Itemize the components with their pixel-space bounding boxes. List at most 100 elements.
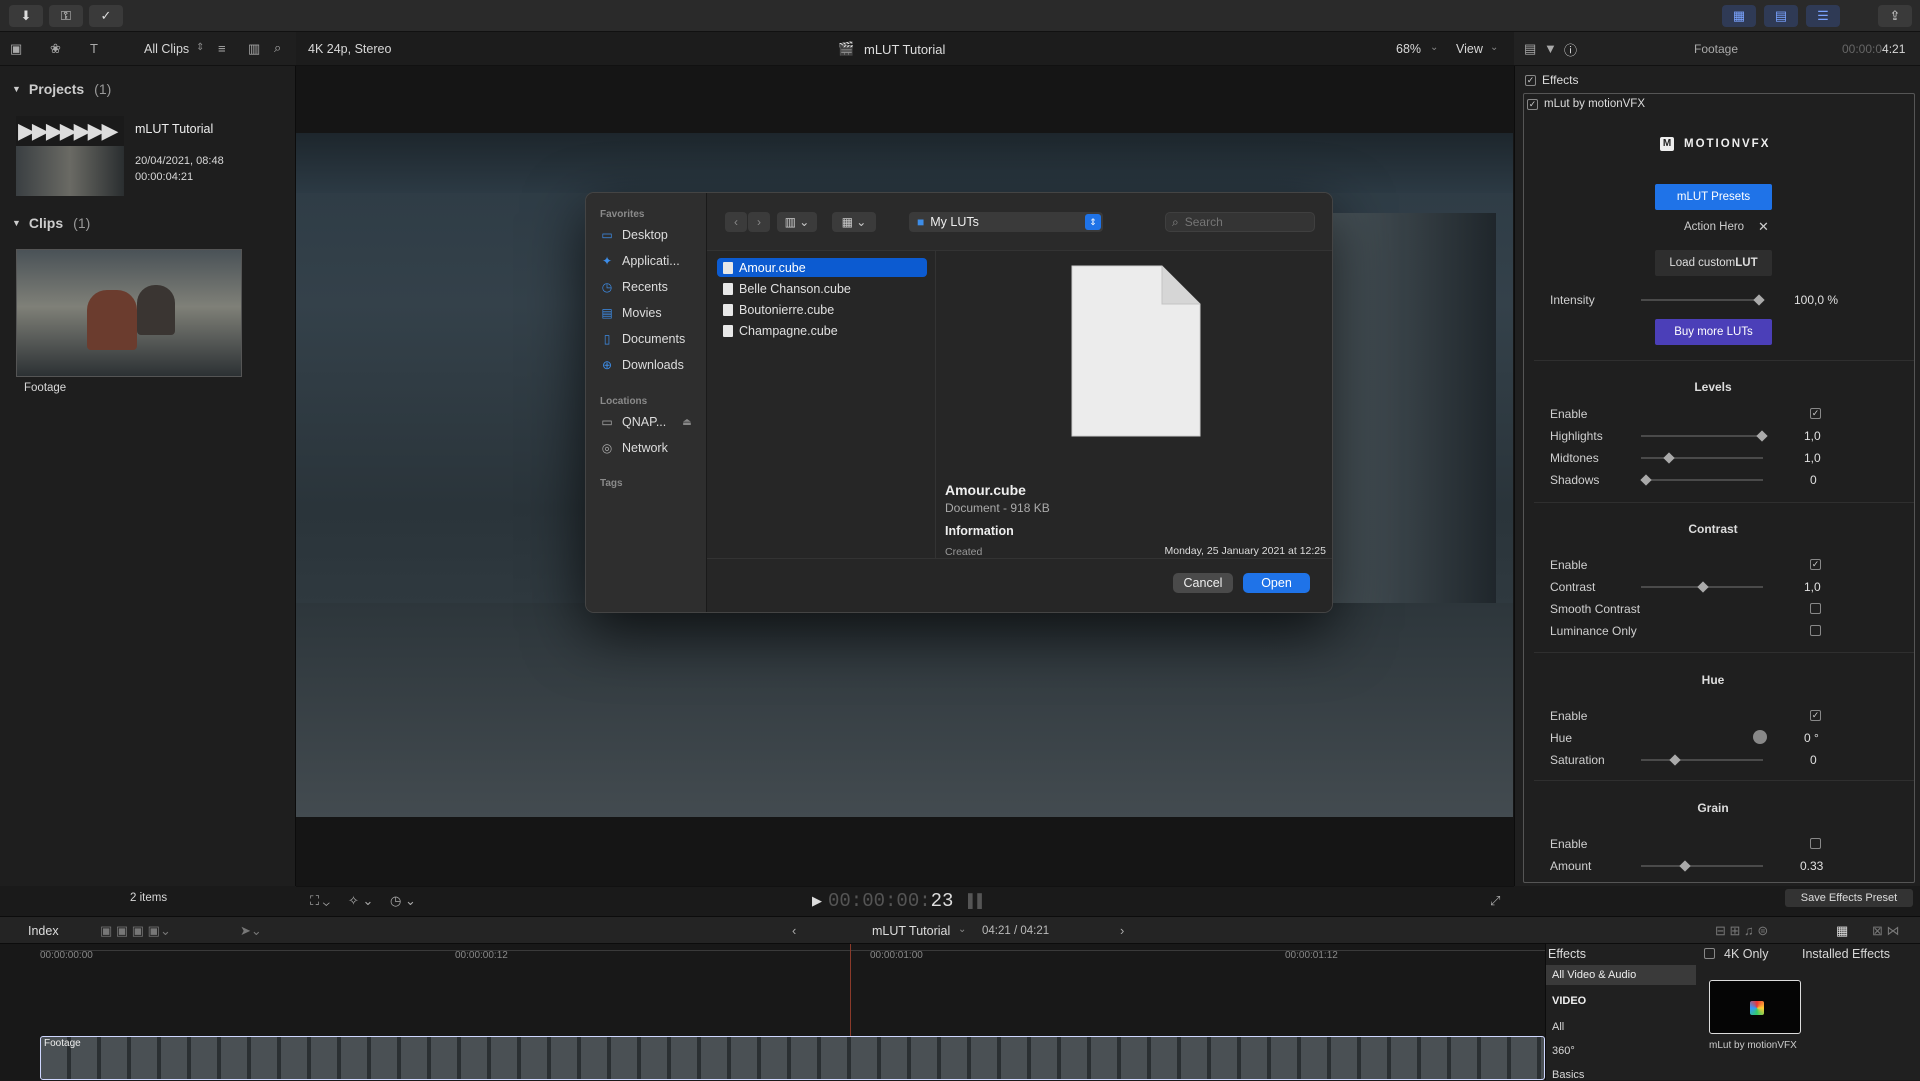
mlut-checkbox[interactable]: ✓ [1527,98,1538,110]
highlights-value[interactable]: 1,0 [1804,429,1821,443]
search-input[interactable] [1184,215,1295,229]
sidebar-item-movies[interactable]: ▤ Movies [600,306,661,320]
buy-more-luts-button[interactable]: Buy more LUTs [1655,319,1772,345]
import-icon[interactable]: ⬇ [9,5,43,27]
contrast-value[interactable]: 1,0 [1804,580,1821,594]
saturation-value[interactable]: 0 [1810,753,1817,767]
4k-only-checkbox[interactable] [1704,948,1715,959]
cancel-button[interactable]: Cancel [1173,573,1233,593]
clear-preset-icon[interactable]: ✕ [1758,219,1769,235]
info-icon[interactable]: ⓘ [1564,40,1577,59]
back-button[interactable]: ‹ [725,212,747,232]
file-row-boutonierre[interactable]: Boutonierre.cube [717,300,927,319]
hue-dial[interactable] [1753,730,1767,744]
eject-icon[interactable]: ⏏ [682,417,691,428]
list-view-icon[interactable]: ≡ [218,41,226,56]
amount-slider[interactable] [1641,865,1763,867]
inspector-view-icon[interactable]: ☰ [1806,5,1840,27]
luminance-only-checkbox[interactable] [1810,625,1821,636]
category-360[interactable]: 360° [1552,1045,1575,1057]
highlights-slider[interactable] [1641,435,1763,437]
search-field[interactable]: ⌕ [1165,212,1315,232]
video-inspector-icon[interactable]: ▤ [1524,41,1536,57]
hue-enable-checkbox[interactable]: ✓ [1810,710,1821,721]
sidebar-item-documents[interactable]: ▯ Documents [600,332,686,346]
fullscreen-icon[interactable]: ⤢ [1490,893,1500,909]
intensity-value[interactable]: 100,0 % [1794,293,1838,307]
intensity-slider-knob[interactable] [1753,294,1765,306]
photos-icon[interactable]: ❀ [50,41,61,57]
sidebar-item-qnap[interactable]: ▭ QNAP... ⏏ [600,415,691,429]
transform-icon[interactable]: ⛶ ⌄ [310,893,330,909]
shadows-value[interactable]: 0 [1810,473,1817,487]
timeline-options-icon[interactable]: ⊟ ⊞ ♫ ⊜ [1715,923,1768,939]
transitions-icon[interactable]: ⊠ ⋈ [1872,923,1900,939]
sidebar-item-network[interactable]: ◎ Network [600,441,668,455]
key-icon[interactable]: ⚿ [49,5,83,27]
timeline-clip[interactable]: Footage [40,1036,1545,1080]
sidebar-item-downloads[interactable]: ⊕ Downloads [600,358,684,372]
timeline[interactable]: 00:00:00:00 00:00:00:12 00:00:01:00 00:0… [0,944,1545,1080]
sidebar-item-desktop[interactable]: ▭ Desktop [600,228,668,242]
group-button[interactable]: ▦ ⌄ [832,212,876,232]
search-icon[interactable]: ⌕ [274,40,281,56]
midtones-value[interactable]: 1,0 [1804,451,1821,465]
grain-enable-checkbox[interactable] [1810,838,1821,849]
forward-button[interactable]: › [748,212,770,232]
open-button[interactable]: Open [1243,573,1310,593]
amount-slider-knob[interactable] [1679,860,1691,872]
filmstrip-icon[interactable]: ▥ [248,41,260,57]
effects-browser-icon[interactable]: ▦ [1836,923,1848,939]
play-icon[interactable]: ▶ [812,893,822,909]
load-custom-lut-button[interactable]: Load custom LUT [1655,250,1772,276]
disclosure-triangle-icon[interactable]: ▼ [12,84,21,94]
grid-view-icon[interactable]: ▦ [1722,5,1756,27]
highlights-slider-knob[interactable] [1756,430,1768,442]
timeline-project[interactable]: mLUT Tutorial [872,924,950,938]
amount-value[interactable]: 0.33 [1800,859,1823,873]
clip-thumbnail[interactable] [16,249,242,377]
edit-tools-icon[interactable]: ▣ ▣ ▣ ▣⌄ [100,923,171,939]
projects-section[interactable]: ▼ Projects (1) [12,81,111,97]
clips-section[interactable]: ▼ Clips (1) [12,215,90,231]
project-name[interactable]: mLUT Tutorial [135,122,213,136]
hue-value[interactable]: 0 ° [1804,731,1819,745]
select-tool-icon[interactable]: ➤⌄ [240,923,262,939]
mlut-presets-button[interactable]: mLUT Presets [1655,184,1772,210]
installed-effects-menu[interactable]: Installed Effects [1802,947,1890,961]
zoom-menu[interactable]: 68% [1396,42,1421,56]
speed-icon[interactable]: ◷ ⌄ [390,893,416,909]
disclosure-triangle-icon[interactable]: ▼ [12,218,21,228]
category-all-video-audio[interactable]: All Video & Audio [1552,969,1636,981]
shadows-slider-knob[interactable] [1640,474,1652,486]
file-row-belle-chanson[interactable]: Belle Chanson.cube [717,279,927,298]
file-row-champagne[interactable]: Champagne.cube [717,321,927,340]
history-back-icon[interactable]: ‹ [792,923,796,938]
viewer-timecode[interactable]: 00:00:00:23 [828,890,953,912]
history-forward-icon[interactable]: › [1120,923,1124,938]
enhance-icon[interactable]: ✧ ⌄ [348,893,373,909]
saturation-slider[interactable] [1641,759,1763,761]
folder-popup[interactable]: ■ My LUTs ⇕ [909,212,1103,232]
file-row-amour[interactable]: Amour.cube [717,258,927,277]
index-button[interactable]: Index [28,924,59,938]
clip-filter[interactable]: All Clips [144,42,189,56]
saturation-slider-knob[interactable] [1669,754,1681,766]
timeline-view-icon[interactable]: ▤ [1764,5,1798,27]
sidebar-item-recents[interactable]: ◷ Recents [600,280,668,294]
effect-thumbnail-mlut[interactable] [1709,980,1801,1034]
checkmark-circle-icon[interactable]: ✓ [89,5,123,27]
save-effects-preset-button[interactable]: Save Effects Preset [1785,889,1913,907]
shadows-slider[interactable] [1641,479,1763,481]
chevron-updown-icon[interactable]: ⇕ [196,42,204,53]
midtones-slider-knob[interactable] [1663,452,1675,464]
view-menu[interactable]: View [1456,42,1483,56]
library-icon[interactable]: ▣ [10,41,22,57]
category-all[interactable]: All [1552,1021,1564,1033]
contrast-slider-knob[interactable] [1697,581,1709,593]
category-basics[interactable]: Basics [1552,1069,1584,1081]
column-view-button[interactable]: ▥ ⌄ [777,212,817,232]
effects-checkbox[interactable]: ✓ [1525,74,1536,86]
share-icon[interactable]: ⇪ [1878,5,1912,27]
color-inspector-icon[interactable]: ▼ [1544,41,1557,56]
